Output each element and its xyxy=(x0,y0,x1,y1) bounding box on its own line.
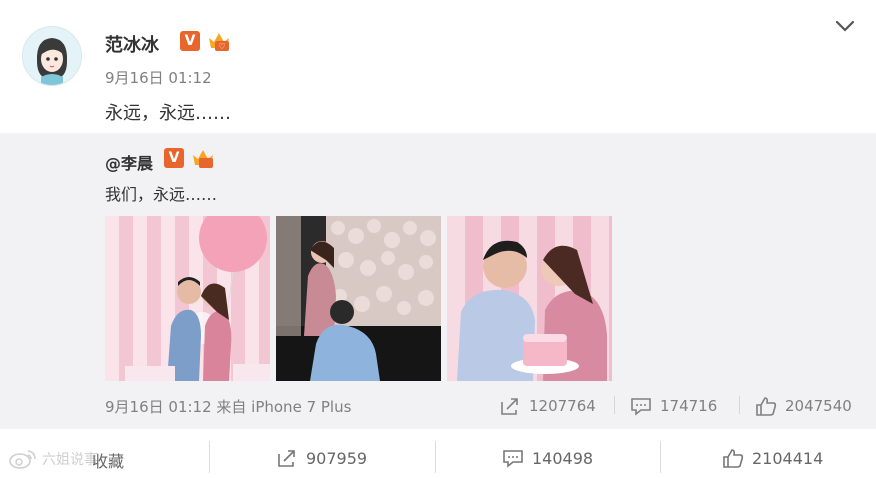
repost-reposts-stat[interactable]: 1207764 xyxy=(499,396,596,416)
photo-1[interactable] xyxy=(105,216,270,381)
verified-icon: V xyxy=(180,31,200,51)
stat-divider xyxy=(614,396,615,414)
repost-button[interactable]: 907959 xyxy=(276,448,367,468)
photo-2[interactable] xyxy=(276,216,441,381)
comment-count: 140498 xyxy=(532,448,594,468)
like-button[interactable]: 2104414 xyxy=(722,448,823,468)
repost-crown-icon[interactable] xyxy=(190,147,216,169)
comment-icon xyxy=(631,398,651,416)
crown-icon-glyph: ♡ xyxy=(218,42,225,51)
repost-count: 907959 xyxy=(306,448,368,468)
author-name[interactable]: 范冰冰 xyxy=(105,31,159,57)
avatar-illustration xyxy=(23,27,81,85)
photo-2-image xyxy=(276,216,441,381)
repost-icon xyxy=(278,450,295,467)
repost-text: 我们，永远…… xyxy=(105,185,218,204)
weibo-logo-icon xyxy=(9,450,36,469)
crown-icon[interactable]: ♡ xyxy=(206,30,232,52)
repost-likes-stat[interactable]: 2047540 xyxy=(755,396,852,416)
repost-icon xyxy=(501,398,518,415)
favorite-button[interactable]: 收藏 xyxy=(92,448,124,472)
photo-3-image xyxy=(447,216,612,381)
favorite-label: 收藏 xyxy=(92,452,125,471)
like-icon xyxy=(756,397,777,416)
action-divider xyxy=(435,441,436,473)
post-text: 永远，永远…… xyxy=(105,103,231,124)
repost-comments-count: 174716 xyxy=(660,397,718,415)
chevron-down-icon[interactable] xyxy=(834,18,856,34)
watermark-text: 六姐说事 xyxy=(42,452,98,468)
repost-author[interactable]: @李晨 xyxy=(105,150,153,174)
action-divider xyxy=(209,441,210,473)
photo-3[interactable] xyxy=(447,216,612,381)
repost-likes-count: 2047540 xyxy=(785,397,852,415)
repost-meta[interactable]: 9月16日 01:12 来自 iPhone 7 Plus xyxy=(105,396,351,417)
stat-divider xyxy=(739,396,740,414)
repost-verified-icon: V xyxy=(164,148,184,168)
comment-icon xyxy=(503,450,523,468)
comment-button[interactable]: 140498 xyxy=(502,448,593,468)
photo-1-image xyxy=(105,216,270,381)
repost-reposts-count: 1207764 xyxy=(529,397,596,415)
post-time[interactable]: 9月16日 01:12 xyxy=(105,67,212,88)
action-divider xyxy=(660,441,661,473)
watermark: 六姐说事 xyxy=(8,448,98,470)
like-count: 2104414 xyxy=(752,448,824,468)
repost-comments-stat[interactable]: 174716 xyxy=(630,396,717,416)
like-icon xyxy=(723,449,744,468)
avatar[interactable] xyxy=(22,26,82,86)
